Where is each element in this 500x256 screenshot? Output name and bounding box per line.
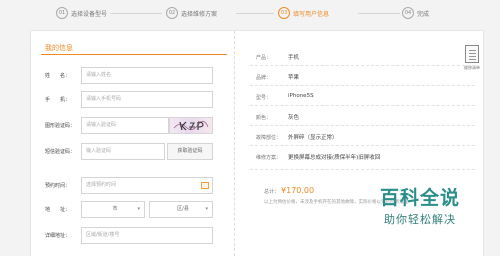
address-row: 地 址： 市 ▾ 区/县 ▾ xyxy=(31,201,235,219)
step-label: 完成 xyxy=(417,10,430,18)
info-key: 型号： xyxy=(256,95,272,101)
info-key: 维修方案： xyxy=(256,155,282,161)
step-number: 03 xyxy=(278,7,290,19)
phone-row: 手 机： 请输入手机号码 xyxy=(31,91,235,109)
phone-label: 手 机： xyxy=(45,97,71,103)
step-label: 填写用户信息 xyxy=(293,10,330,18)
title-underline xyxy=(41,54,227,55)
info-row-product: 产品： 手机 xyxy=(236,49,485,65)
info-row-plan: 维修方案： 更换屏幕总成对接(质保半年)旧屏收回 xyxy=(236,149,485,165)
info-key: 故障部位： xyxy=(256,135,282,141)
step-3-active: 03 填写用户信息 xyxy=(278,6,329,20)
user-info-form: 我的信息 姓 名： 请输入姓名 手 机： 请输入手机号码 图形验证码： 请输入验… xyxy=(31,31,235,256)
info-row-brand: 品牌： 苹果 xyxy=(236,69,485,85)
page: 01 选择设备型号 02 选择维修方案 03 填写用户信息 04 完成 我的信息… xyxy=(0,0,500,256)
sms-captcha-row: 短信验证码： 输入验证码 获取验证码 xyxy=(31,143,235,161)
district-select[interactable]: 区/县 ▾ xyxy=(149,201,213,218)
city-select[interactable]: 市 ▾ xyxy=(81,201,145,218)
detail-address-row: 详细地址： 区域/街道/楼号 xyxy=(31,227,235,245)
progress-stepper: 01 选择设备型号 02 选择维修方案 03 填写用户信息 04 完成 xyxy=(0,0,500,28)
info-value: iPhone5S xyxy=(288,93,314,99)
sms-captcha-label: 短信验证码： xyxy=(45,149,76,155)
step-label: 选择设备型号 xyxy=(71,10,108,18)
info-value: 手机 xyxy=(288,55,300,61)
step-4: 04 完成 xyxy=(402,6,429,20)
address-label: 地 址： xyxy=(45,207,71,213)
info-row-color: 颜色： 灰色 xyxy=(236,109,485,125)
step-connector xyxy=(358,13,400,14)
step-connector xyxy=(236,13,274,14)
divider xyxy=(250,85,475,86)
step-connector xyxy=(110,13,162,14)
watermark-logo: 百科全说 助你轻松解决 xyxy=(360,183,480,227)
chevron-down-icon: ▾ xyxy=(137,206,140,212)
watermark-title: 百科全说 xyxy=(379,187,460,209)
info-row-model: 型号： iPhone5S xyxy=(236,89,485,105)
detail-address-label: 详细地址： xyxy=(45,233,71,239)
step-label: 选择维修方案 xyxy=(181,10,218,18)
appointment-time-input[interactable]: 选择预约时间 xyxy=(81,177,213,194)
divider xyxy=(250,65,475,66)
image-captcha-label: 图形验证码： xyxy=(45,123,76,129)
name-input[interactable]: 请输入姓名 xyxy=(81,67,213,84)
city-value: 市 xyxy=(112,206,118,212)
get-sms-code-button[interactable]: 获取验证码 xyxy=(167,143,213,160)
chevron-down-icon: ▾ xyxy=(205,206,208,212)
image-captcha-input[interactable]: 请输入验证码 xyxy=(81,117,169,134)
appointment-time-label: 预约时间： xyxy=(45,183,71,189)
step-number: 01 xyxy=(56,7,68,19)
total-label: 总计： xyxy=(264,189,280,195)
info-key: 产品： xyxy=(256,55,272,61)
phone-input[interactable]: 请输入手机号码 xyxy=(81,91,213,108)
detail-address-input[interactable]: 区域/街道/楼号 xyxy=(81,227,213,244)
district-value: 区/县 xyxy=(177,206,189,212)
captcha-image[interactable] xyxy=(169,117,213,134)
total-price: 总计： ¥170.00 xyxy=(264,186,314,195)
form-title: 我的信息 xyxy=(45,44,73,52)
sms-captcha-input[interactable]: 输入验证码 xyxy=(81,143,165,160)
step-number: 02 xyxy=(166,7,178,19)
info-value: 外屏碎（显示正常） xyxy=(288,135,338,141)
divider xyxy=(250,169,475,170)
divider xyxy=(250,125,475,126)
step-2: 02 选择维修方案 xyxy=(166,6,217,20)
watermark-subtitle: 助你轻松解决 xyxy=(384,213,456,226)
info-key: 颜色： xyxy=(256,115,272,121)
info-value: 更换屏幕总成对接(质保半年)旧屏收回 xyxy=(288,155,381,161)
info-value: 灰色 xyxy=(288,115,300,121)
calendar-icon[interactable] xyxy=(201,182,209,189)
total-amount: ¥170.00 xyxy=(281,186,315,195)
info-key: 品牌： xyxy=(256,75,272,81)
divider xyxy=(250,105,475,106)
appointment-time-row: 预约时间： 选择预约时间 xyxy=(31,177,235,195)
image-captcha-row: 图形验证码： 请输入验证码 xyxy=(31,117,235,135)
name-label: 姓 名： xyxy=(45,73,71,79)
name-row: 姓 名： 请输入姓名 xyxy=(31,67,235,85)
step-number: 04 xyxy=(402,7,414,19)
step-1: 01 选择设备型号 xyxy=(56,6,107,20)
divider xyxy=(250,145,475,146)
info-value: 苹果 xyxy=(288,75,300,81)
info-row-fault: 故障部位： 外屏碎（显示正常） xyxy=(236,129,485,145)
